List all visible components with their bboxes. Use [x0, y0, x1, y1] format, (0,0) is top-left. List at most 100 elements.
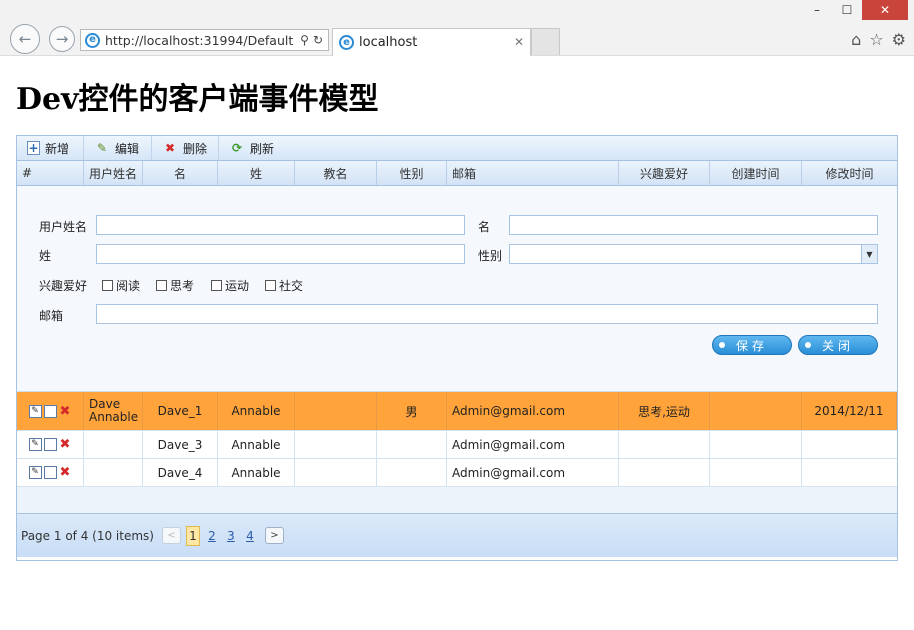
toolbar-add-button[interactable]: + 新增: [17, 136, 84, 160]
tab-close-icon[interactable]: ✕: [514, 35, 524, 49]
cell-christian: [295, 392, 377, 430]
cell-modified: [802, 459, 897, 486]
edit-row-icon[interactable]: ✎: [28, 466, 42, 479]
hobby-checkbox-thinking[interactable]: 思考: [156, 277, 194, 294]
page-number-link[interactable]: 3: [224, 526, 238, 546]
maximize-button[interactable]: ☐: [832, 0, 862, 20]
edit-row-icon[interactable]: ✎: [28, 438, 42, 451]
page-title: Dev控件的客户端事件模型: [16, 82, 379, 117]
email-label: 邮箱: [39, 309, 64, 323]
column-header-hobby[interactable]: 兴趣爱好: [619, 161, 710, 185]
settings-icon[interactable]: ⚙: [892, 30, 906, 49]
column-header-christian[interactable]: 教名: [295, 161, 377, 185]
cell-created: [710, 459, 802, 486]
cell-hobby: 思考,运动: [619, 392, 710, 430]
email-input[interactable]: [96, 304, 878, 324]
delete-row-icon[interactable]: ✖: [59, 405, 72, 418]
cell-first: Dave_4: [143, 459, 218, 486]
page-number-link[interactable]: 2: [205, 526, 219, 546]
username-input[interactable]: [96, 215, 465, 235]
save-button-label: 保存: [735, 338, 768, 353]
column-header-first[interactable]: 名: [143, 161, 218, 185]
next-page-button[interactable]: >: [264, 527, 284, 544]
tab-ie-icon: e: [339, 35, 354, 50]
new-row-icon[interactable]: [43, 466, 57, 479]
column-header-username[interactable]: 用户姓名: [84, 161, 143, 185]
search-icon[interactable]: ⚲: [300, 33, 309, 47]
table-row[interactable]: ✎ ✖ Dave_3 Annable Admin@gmail.com: [17, 431, 897, 459]
delete-row-icon[interactable]: ✖: [59, 438, 72, 451]
toolbar-delete-button[interactable]: ✖ 删除: [152, 136, 219, 160]
column-header-last[interactable]: 姓: [218, 161, 295, 185]
cell-username: [84, 431, 143, 458]
home-icon[interactable]: ⌂: [851, 30, 861, 49]
cell-modified: 2014/12/11: [802, 392, 897, 430]
address-text[interactable]: http://localhost:31994/Default: [105, 33, 295, 48]
new-tab-button[interactable]: [531, 28, 560, 55]
table-row-selected[interactable]: ✎ ✖ Dave Annable Dave_1 Annable 男 Admin@gm…: [17, 392, 897, 431]
save-button[interactable]: 保存: [712, 335, 792, 355]
address-bar[interactable]: e http://localhost:31994/Default ⚲ ↻: [80, 29, 329, 51]
pager-summary: Page 1 of 4 (10 items): [21, 528, 154, 543]
close-window-button[interactable]: ✕: [862, 0, 908, 20]
window-controls: – ☐ ✕: [802, 0, 908, 22]
forward-button[interactable]: →: [49, 26, 75, 52]
toolbar-refresh-label: 刷新: [250, 141, 275, 156]
column-header-index[interactable]: #: [17, 161, 84, 185]
chevron-down-icon[interactable]: ▼: [861, 245, 877, 263]
first-name-input[interactable]: [509, 215, 878, 235]
new-row-icon[interactable]: [43, 404, 57, 418]
back-arrow-icon: ←: [18, 30, 32, 48]
checkbox-box[interactable]: [102, 280, 113, 291]
button-dot-icon: [719, 342, 725, 348]
hobby-option-label: 思考: [170, 279, 195, 293]
hobby-checkbox-social[interactable]: 社交: [265, 277, 303, 294]
gender-select[interactable]: ▼: [509, 244, 878, 264]
username-line-2: Annable: [89, 410, 139, 424]
page-number-current[interactable]: 1: [185, 525, 200, 546]
column-header-row: # 用户姓名 名 姓 教名 性别 邮箱 兴趣爱好 创建时间 修改时间: [17, 161, 897, 186]
close-button[interactable]: 关闭: [798, 335, 878, 355]
toolbar-edit-button[interactable]: ✎ 编辑: [84, 136, 152, 160]
hobby-checkbox-reading[interactable]: 阅读: [102, 277, 140, 294]
column-header-created[interactable]: 创建时间: [710, 161, 802, 185]
gender-label: 性别: [478, 249, 503, 263]
cell-created: [710, 431, 802, 458]
forward-arrow-icon: →: [55, 30, 69, 48]
browser-tab[interactable]: e localhost ✕: [332, 28, 531, 56]
hobby-checkbox-sports[interactable]: 运动: [211, 277, 249, 294]
minimize-button[interactable]: –: [802, 0, 832, 20]
edit-row-icon[interactable]: ✎: [28, 404, 42, 418]
cell-last: Annable: [218, 459, 295, 486]
back-button[interactable]: ←: [10, 24, 40, 54]
prev-page-button[interactable]: <: [161, 527, 181, 544]
pencil-icon: ✎: [96, 141, 108, 155]
new-row-icon[interactable]: [43, 438, 57, 451]
column-header-modified[interactable]: 修改时间: [802, 161, 897, 185]
last-name-input[interactable]: [96, 244, 465, 264]
add-icon: +: [27, 141, 40, 155]
pager: Page 1 of 4 (10 items) < 1 2 3 4 >: [17, 514, 897, 557]
chevron-left-icon: <: [167, 530, 176, 541]
refresh-icon[interactable]: ↻: [313, 33, 323, 47]
column-header-gender[interactable]: 性别: [377, 161, 447, 185]
checkbox-box[interactable]: [211, 280, 222, 291]
favorites-icon[interactable]: ☆: [869, 30, 883, 49]
toolbar-refresh-button[interactable]: ⟳ 刷新: [219, 136, 289, 160]
table-row[interactable]: ✎ ✖ Dave_4 Annable Admin@gmail.com: [17, 459, 897, 487]
cell-email: Admin@gmail.com: [447, 431, 619, 458]
delete-row-icon[interactable]: ✖: [59, 466, 72, 479]
hobby-option-label: 运动: [225, 279, 250, 293]
page-number-link[interactable]: 4: [243, 526, 257, 546]
column-header-email[interactable]: 邮箱: [447, 161, 619, 185]
checkbox-box[interactable]: [265, 280, 276, 291]
cell-username: [84, 459, 143, 486]
delete-icon: ✖: [164, 141, 176, 155]
cell-last: Annable: [218, 392, 295, 430]
row-command-cell: ✎ ✖: [17, 431, 84, 458]
checkbox-box[interactable]: [156, 280, 167, 291]
browser-chrome: – ☐ ✕ ← → e http://localhost:31994/Defau…: [0, 0, 914, 56]
cell-email: Admin@gmail.com: [447, 459, 619, 486]
browser-tools: ⌂ ☆ ⚙: [851, 30, 906, 49]
data-grid: + 新增 ✎ 编辑 ✖ 删除 ⟳ 刷新 # 用户姓名 名 姓 教名 性别 邮箱 …: [16, 135, 898, 561]
